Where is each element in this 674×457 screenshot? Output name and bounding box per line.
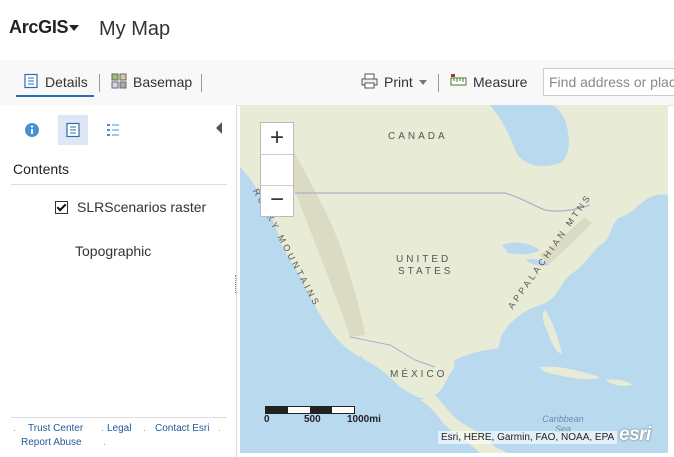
contact-esri-link[interactable]: Contact Esri (155, 423, 209, 434)
map-label-states: STATES (398, 266, 454, 277)
details-tab-indicator (16, 95, 94, 97)
side-panel: Contents SLRScenarios raster Topographic… (0, 105, 237, 457)
scale-label-zero: 0 (264, 414, 270, 425)
toolbar-divider (201, 74, 202, 92)
app-menu-caret-icon[interactable] (69, 25, 79, 31)
divider (11, 417, 227, 418)
separator: . (101, 423, 104, 434)
zoom-out-button[interactable]: − (261, 185, 293, 215)
details-label: Details (45, 74, 88, 90)
print-button[interactable]: Print (361, 60, 427, 104)
layer-item[interactable]: SLRScenarios raster (55, 199, 206, 215)
toolbar-divider (99, 74, 100, 92)
legend-icon (107, 124, 119, 136)
search-input[interactable] (544, 69, 674, 95)
measure-button[interactable]: Measure (450, 60, 527, 104)
search-box[interactable] (543, 68, 674, 96)
measure-label: Measure (473, 74, 528, 90)
contents-title: Contents (13, 161, 70, 177)
zoom-divider (261, 154, 293, 186)
app-name[interactable]: ArcGIS (9, 17, 69, 38)
map-attribution[interactable]: Esri, HERE, Garmin, FAO, NOAA, EPA (438, 431, 618, 444)
measure-ruler-icon (450, 73, 467, 92)
about-button[interactable] (17, 115, 47, 145)
basemap-layer-label[interactable]: Topographic (75, 243, 151, 259)
print-label: Print (384, 74, 413, 90)
layer-label: SLRScenarios raster (77, 199, 207, 215)
scale-bar (265, 406, 355, 414)
collapse-panel-icon[interactable] (216, 122, 222, 134)
legal-link[interactable]: Legal (107, 423, 131, 434)
separator: . (218, 423, 221, 434)
report-abuse-link[interactable]: Report Abuse (21, 437, 82, 448)
map-label-canada: CANADA (388, 131, 448, 142)
zoom-control: + − (260, 122, 294, 217)
toolbar-divider (438, 74, 439, 92)
details-icon (23, 73, 39, 92)
basemap-button[interactable]: Basemap (111, 60, 192, 104)
legend-tab-button[interactable] (98, 115, 128, 145)
scale-label-end: 1000mi (347, 414, 381, 425)
map-label-mexico: MÉXICO (390, 369, 448, 380)
print-caret-icon (418, 79, 427, 85)
esri-logo: esri (619, 424, 651, 445)
printer-icon (361, 73, 378, 92)
layer-visibility-checkbox[interactable] (55, 200, 68, 214)
separator: . (103, 437, 106, 448)
map-title: My Map (99, 18, 171, 40)
separator: . (143, 423, 146, 434)
map-view[interactable]: CANADA UNITED STATES MÉXICO ROCKY MOUNTA… (240, 105, 668, 453)
basemap-grid-icon (111, 73, 127, 92)
divider (11, 184, 227, 185)
basemap-label: Basemap (133, 74, 193, 90)
zoom-in-button[interactable]: + (261, 123, 293, 153)
app-header: ArcGIS My Map (0, 0, 674, 60)
scale-label-mid: 500 (304, 414, 321, 425)
map-label-united: UNITED (396, 254, 452, 265)
contents-icon (66, 122, 80, 138)
panel-resize-handle[interactable] (235, 275, 238, 293)
contents-tab-button[interactable] (58, 115, 88, 145)
separator: . (13, 423, 16, 434)
info-icon (25, 123, 39, 137)
toolbar: Details Basemap Print Measure (0, 60, 674, 106)
details-button[interactable]: Details (23, 60, 88, 104)
trust-center-link[interactable]: Trust Center (28, 423, 83, 434)
